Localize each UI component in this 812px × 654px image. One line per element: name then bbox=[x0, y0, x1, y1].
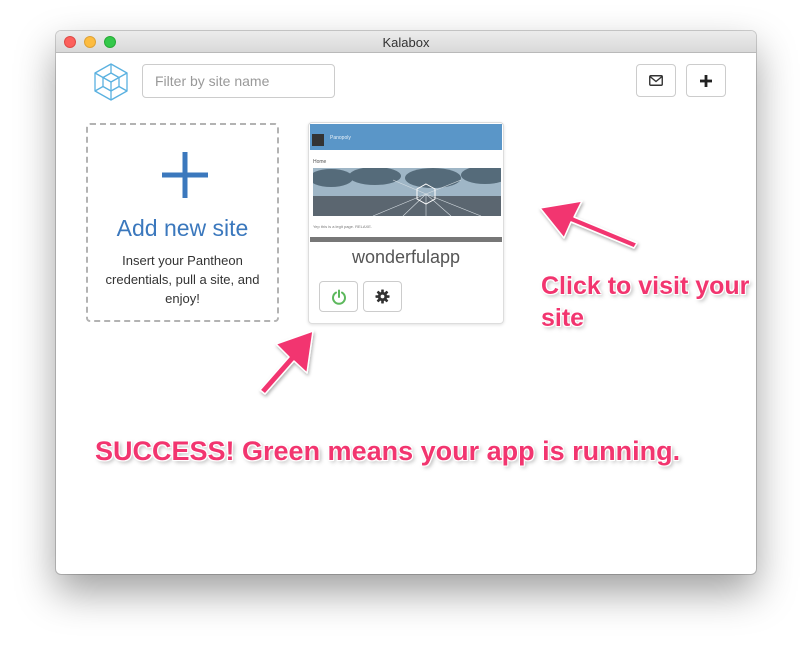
thumbnail-nav-home: Home bbox=[313, 159, 327, 165]
add-site-plus-icon bbox=[162, 152, 208, 198]
envelope-icon bbox=[649, 75, 663, 86]
add-site-title: Add new site bbox=[116, 215, 249, 241]
add-site-toolbar-button[interactable] bbox=[686, 64, 726, 97]
thumbnail-body-text: Yep this is a legit page. RELAXE. bbox=[313, 224, 372, 229]
thumbnail-logo bbox=[312, 134, 324, 146]
messages-button[interactable] bbox=[636, 64, 676, 97]
site-power-button[interactable] bbox=[319, 281, 358, 312]
visit-site-annotation: Click to visit your site bbox=[541, 272, 750, 332]
window-title: Kalabox bbox=[382, 35, 430, 50]
site-thumbnail[interactable]: Panopoly Home Yep this is a legit page. … bbox=[310, 124, 502, 242]
thumbnail-brand: Panopoly bbox=[330, 135, 351, 141]
thumbnail-footer-strip bbox=[310, 237, 502, 242]
add-new-site-card[interactable]: Add new site Insert your Pantheon creden… bbox=[86, 123, 279, 322]
site-filter-input[interactable] bbox=[142, 64, 335, 98]
power-icon bbox=[331, 289, 346, 305]
success-annotation: SUCCESS! Green means your app is running… bbox=[95, 436, 681, 466]
add-site-description: Insert your Pantheon credentials, pull a… bbox=[105, 253, 260, 306]
site-card: Panopoly Home Yep this is a legit page. … bbox=[308, 122, 504, 324]
site-name[interactable]: wonderfulapp bbox=[309, 247, 503, 268]
site-settings-button[interactable] bbox=[363, 281, 402, 312]
plus-icon bbox=[700, 74, 712, 87]
thumbnail-hero-image bbox=[313, 168, 501, 216]
title-bar: Kalabox bbox=[56, 31, 756, 53]
kalabox-cube-logo-icon bbox=[94, 63, 128, 101]
gear-icon bbox=[375, 289, 390, 304]
